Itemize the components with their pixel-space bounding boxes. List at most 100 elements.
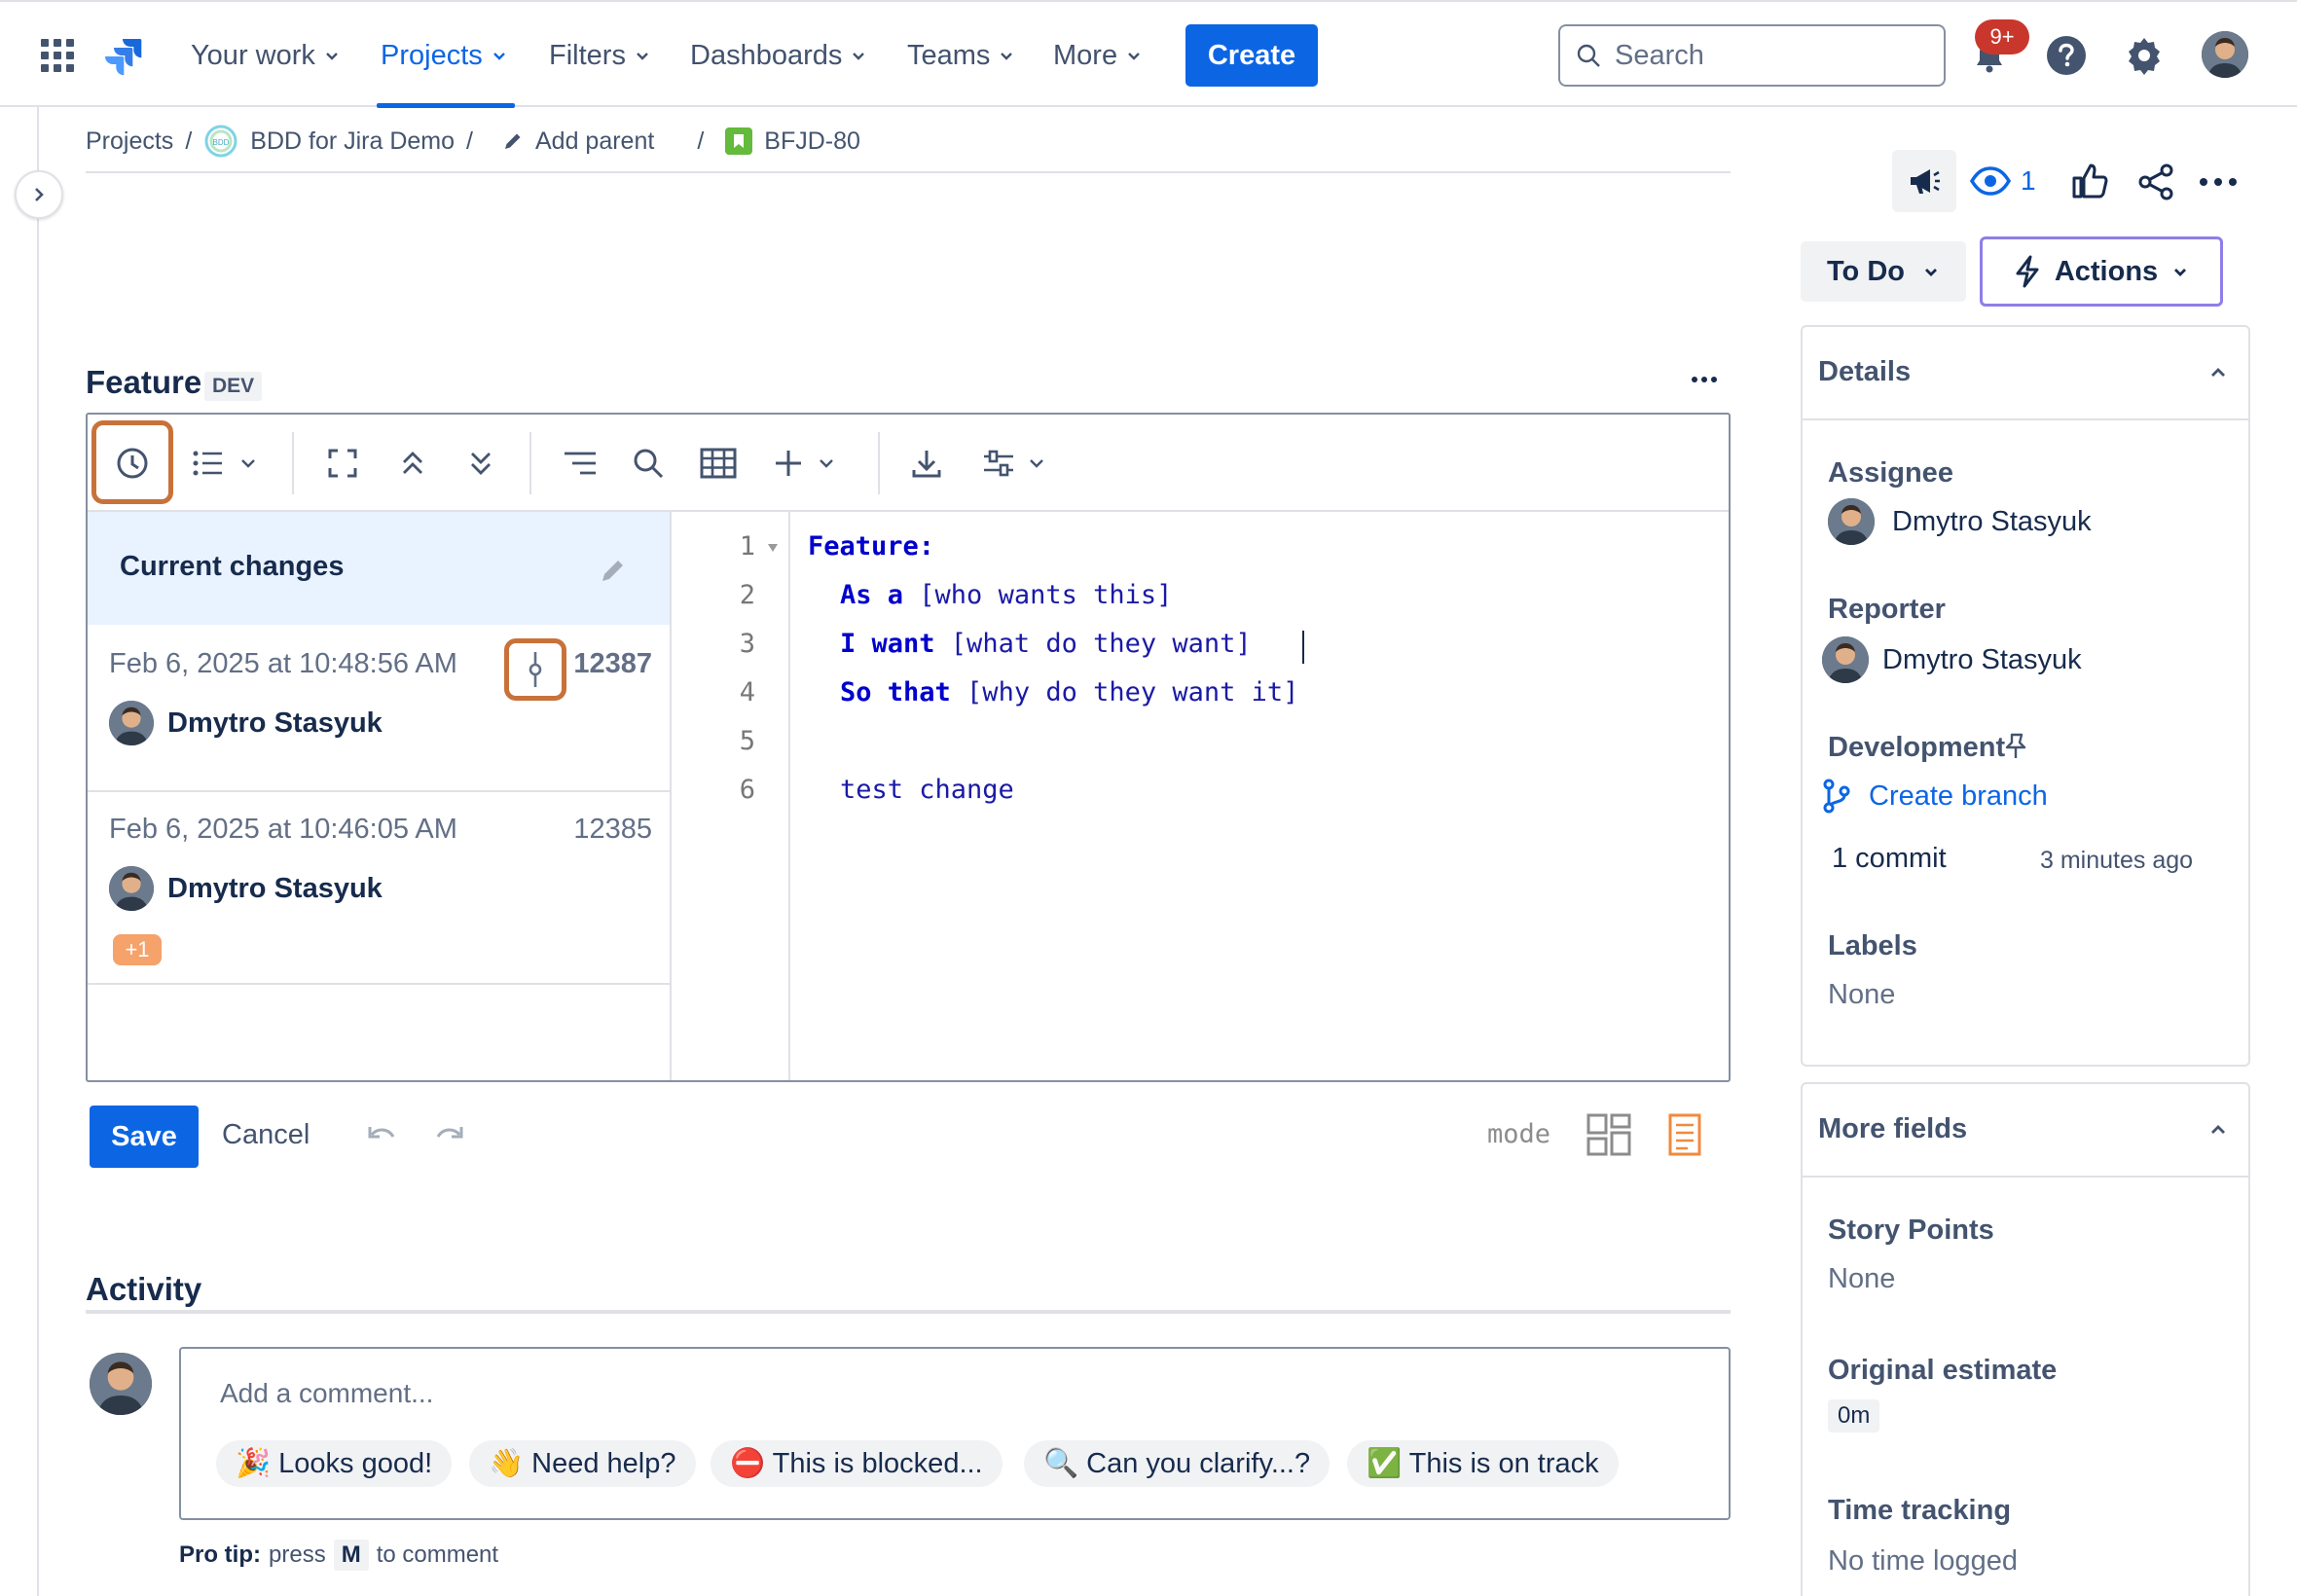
- code-text: [who wants this]: [903, 580, 1173, 610]
- thumbs-up-icon: [2072, 163, 2108, 199]
- current-changes-label: Current changes: [120, 551, 345, 582]
- history-user-name: Dmytro Stasyuk: [167, 872, 383, 904]
- history-button[interactable]: [111, 442, 154, 485]
- feature-more-button[interactable]: [1692, 376, 1717, 383]
- quick-reply-clarify[interactable]: 🔍 Can you clarify...?: [1024, 1440, 1331, 1487]
- more-fields-header[interactable]: More fields: [1803, 1084, 2248, 1178]
- expand-all-button[interactable]: [459, 442, 502, 485]
- fullscreen-button[interactable]: [321, 442, 364, 485]
- nav-filters-label: Filters: [549, 39, 626, 71]
- time-tracking-value[interactable]: No time logged: [1828, 1545, 2018, 1578]
- share-button[interactable]: [2133, 160, 2178, 204]
- reporter-field[interactable]: Dmytro Stasyuk: [1822, 636, 2082, 683]
- format-button[interactable]: [559, 442, 602, 485]
- insert-dropdown[interactable]: [812, 442, 841, 485]
- extra-authors-badge[interactable]: +1: [113, 934, 162, 965]
- nav-more[interactable]: More: [1053, 35, 1143, 76]
- list-view-button[interactable]: [187, 442, 230, 485]
- breadcrumb-issue[interactable]: BFJD-80: [725, 127, 860, 156]
- more-actions-button[interactable]: [2196, 165, 2241, 199]
- history-user: Dmytro Stasyuk: [109, 866, 383, 911]
- help-icon[interactable]: [2046, 35, 2087, 76]
- commit-icon[interactable]: [524, 652, 547, 687]
- details-header[interactable]: Details: [1803, 327, 2248, 420]
- status-dropdown[interactable]: To Do: [1801, 241, 1966, 302]
- actions-dropdown[interactable]: Actions: [1980, 236, 2223, 307]
- reporter-label: Reporter: [1828, 594, 1946, 625]
- activity-title: Activity: [86, 1271, 202, 1307]
- code-text: test change: [840, 775, 1014, 805]
- history-item[interactable]: Feb 6, 2025 at 10:48:56 AM 12387 Dmytro …: [88, 625, 670, 792]
- breadcrumb-project[interactable]: BDD BDD for Jira Demo: [203, 124, 455, 159]
- svg-text:BDD: BDD: [213, 138, 230, 147]
- profile-avatar[interactable]: [2202, 31, 2248, 78]
- watchers-button[interactable]: 1: [1970, 158, 2036, 204]
- history-revision: 12385: [573, 814, 652, 845]
- original-estimate-value[interactable]: 0m: [1828, 1399, 1880, 1433]
- nav-dashboards[interactable]: Dashboards: [690, 35, 867, 76]
- pro-tip-text: to comment: [376, 1542, 499, 1568]
- collapse-all-button[interactable]: [391, 442, 434, 485]
- quick-reply-looks-good[interactable]: 🎉 Looks good!: [216, 1440, 453, 1487]
- pencil-icon: [602, 561, 623, 581]
- watchers-count: 1: [2021, 165, 2036, 196]
- breadcrumb-projects[interactable]: Projects: [86, 127, 173, 156]
- nav-dashboards-label: Dashboards: [690, 39, 843, 71]
- assignee-field[interactable]: Dmytro Stasyuk: [1828, 498, 2092, 545]
- undo-button[interactable]: [368, 1123, 397, 1146]
- settings-gear-icon[interactable]: [2124, 35, 2165, 76]
- grid-mode-button[interactable]: [1586, 1113, 1631, 1156]
- insert-table-button[interactable]: [697, 442, 740, 485]
- app-switcher-icon[interactable]: [41, 39, 74, 72]
- avatar: [1828, 498, 1875, 545]
- pin-icon[interactable]: [2003, 732, 2028, 761]
- nav-filters[interactable]: Filters: [549, 35, 651, 76]
- search-code-button[interactable]: [627, 442, 670, 485]
- text-cursor: [1302, 631, 1304, 664]
- toolbar-separator: [529, 432, 531, 494]
- history-user-name: Dmytro Stasyuk: [167, 707, 383, 739]
- list-view-dropdown[interactable]: [234, 442, 263, 485]
- quick-reply-need-help[interactable]: 👋 Need help?: [469, 1440, 696, 1487]
- history-item[interactable]: Feb 6, 2025 at 10:46:05 AM 12385 Dmytro …: [88, 792, 670, 985]
- search-input[interactable]: Search: [1558, 24, 1946, 87]
- line-number: 2: [739, 580, 755, 610]
- lightning-icon: [2016, 255, 2039, 288]
- like-button[interactable]: [2067, 158, 2112, 204]
- version-history-panel: Current changes Feb 6, 2025 at 10:48:56 …: [88, 512, 672, 1080]
- comment-placeholder: Add a comment...: [220, 1378, 434, 1408]
- quick-reply-blocked[interactable]: ⛔ This is blocked...: [711, 1440, 1003, 1487]
- fold-arrow-icon[interactable]: [767, 543, 779, 553]
- line-number: 3: [739, 629, 755, 659]
- details-panel: Details Assignee Dmytro Stasyuk Reporter…: [1801, 325, 2250, 1067]
- save-button[interactable]: Save: [90, 1106, 199, 1168]
- quick-reply-on-track[interactable]: ✅ This is on track: [1347, 1440, 1619, 1487]
- nav-projects[interactable]: Projects: [381, 35, 508, 76]
- document-icon: [1668, 1113, 1701, 1156]
- create-branch-link[interactable]: Create branch: [1822, 779, 2048, 814]
- cancel-button[interactable]: Cancel: [222, 1119, 310, 1151]
- labels-value[interactable]: None: [1828, 979, 1895, 1011]
- text-mode-button[interactable]: [1668, 1113, 1701, 1156]
- chevron-down-icon: [1128, 53, 1140, 60]
- breadcrumb-add-parent[interactable]: Add parent: [502, 127, 654, 156]
- gherkin-code-editor[interactable]: Feature: As a [who wants this] I want [w…: [790, 512, 1729, 1080]
- create-button[interactable]: Create: [1185, 24, 1318, 87]
- announcement-button[interactable]: [1892, 150, 1956, 212]
- settings-sliders-button[interactable]: [977, 442, 1020, 485]
- insert-button[interactable]: [767, 442, 810, 485]
- details-title: Details: [1818, 356, 1912, 387]
- expand-sidebar-button[interactable]: [15, 170, 63, 219]
- commit-time: 3 minutes ago: [2040, 847, 2194, 874]
- nav-your-work-label: Your work: [191, 39, 315, 71]
- download-button[interactable]: [905, 442, 948, 485]
- comment-input[interactable]: Add a comment... 🎉 Looks good! 👋 Need he…: [179, 1347, 1731, 1520]
- jira-logo-icon[interactable]: [103, 35, 144, 76]
- redo-button[interactable]: [434, 1123, 463, 1146]
- current-changes-item[interactable]: Current changes: [88, 512, 670, 625]
- story-points-value[interactable]: None: [1828, 1263, 1895, 1295]
- commit-count[interactable]: 1 commit: [1832, 843, 1947, 875]
- nav-your-work[interactable]: Your work: [191, 35, 341, 76]
- nav-teams[interactable]: Teams: [907, 35, 1015, 76]
- settings-dropdown[interactable]: [1022, 442, 1051, 485]
